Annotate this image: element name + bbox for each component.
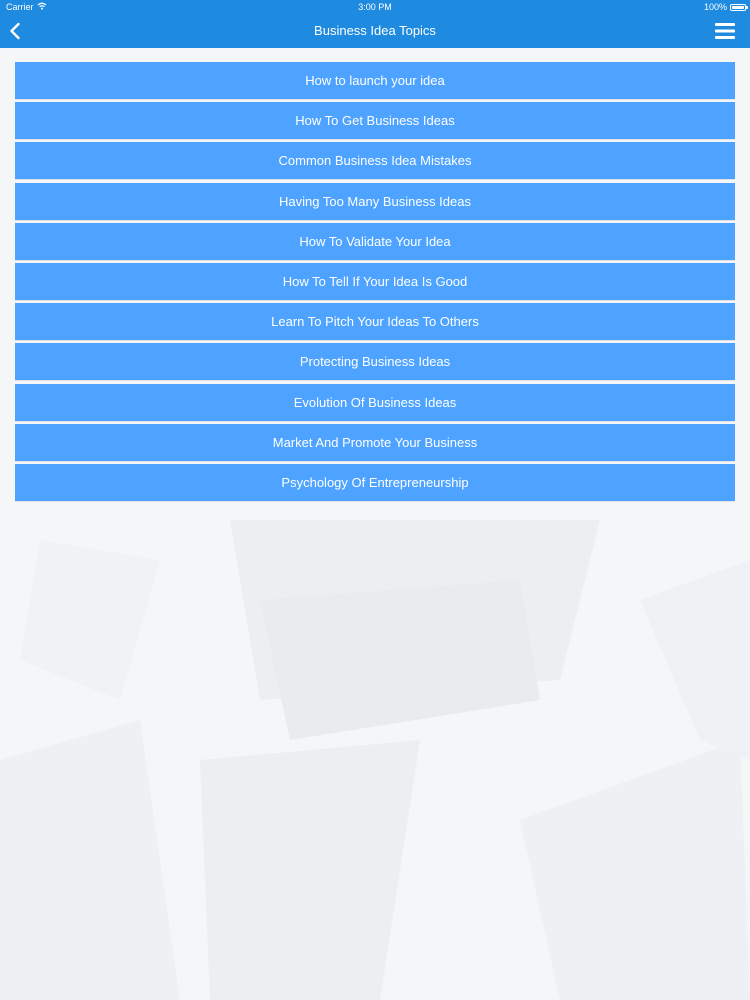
battery-fill (732, 5, 744, 9)
navigation-bar: Business Idea Topics (0, 14, 750, 48)
hamburger-menu-icon (715, 23, 735, 39)
topic-list: How to launch your idea How To Get Busin… (15, 62, 735, 504)
topic-button-psychology[interactable]: Psychology Of Entrepreneurship (15, 463, 735, 501)
battery-icon (730, 3, 748, 11)
topic-button-protecting-ideas[interactable]: Protecting Business Ideas (15, 343, 735, 381)
topic-button-get-ideas[interactable]: How To Get Business Ideas (15, 102, 735, 140)
topic-button-evolution-ideas[interactable]: Evolution Of Business Ideas (15, 383, 735, 421)
topic-button-validate-idea[interactable]: How To Validate Your Idea (15, 222, 735, 260)
status-right: 100% (703, 2, 748, 12)
topic-button-idea-is-good[interactable]: How To Tell If Your Idea Is Good (15, 262, 735, 300)
topic-button-common-mistakes[interactable]: Common Business Idea Mistakes (15, 142, 735, 180)
status-time: 3:00 PM (358, 2, 392, 12)
topic-button-pitch-ideas[interactable]: Learn To Pitch Your Ideas To Others (15, 303, 735, 341)
battery-percent: 100% (703, 2, 727, 12)
page-title: Business Idea Topics (314, 23, 436, 38)
topic-button-too-many-ideas[interactable]: Having Too Many Business Ideas (15, 182, 735, 220)
menu-button[interactable] (714, 20, 736, 42)
topic-button-launch-idea[interactable]: How to launch your idea (15, 62, 735, 99)
status-bar: Carrier 3:00 PM 100% (0, 0, 750, 14)
topic-button-market-promote[interactable]: Market And Promote Your Business (15, 423, 735, 461)
